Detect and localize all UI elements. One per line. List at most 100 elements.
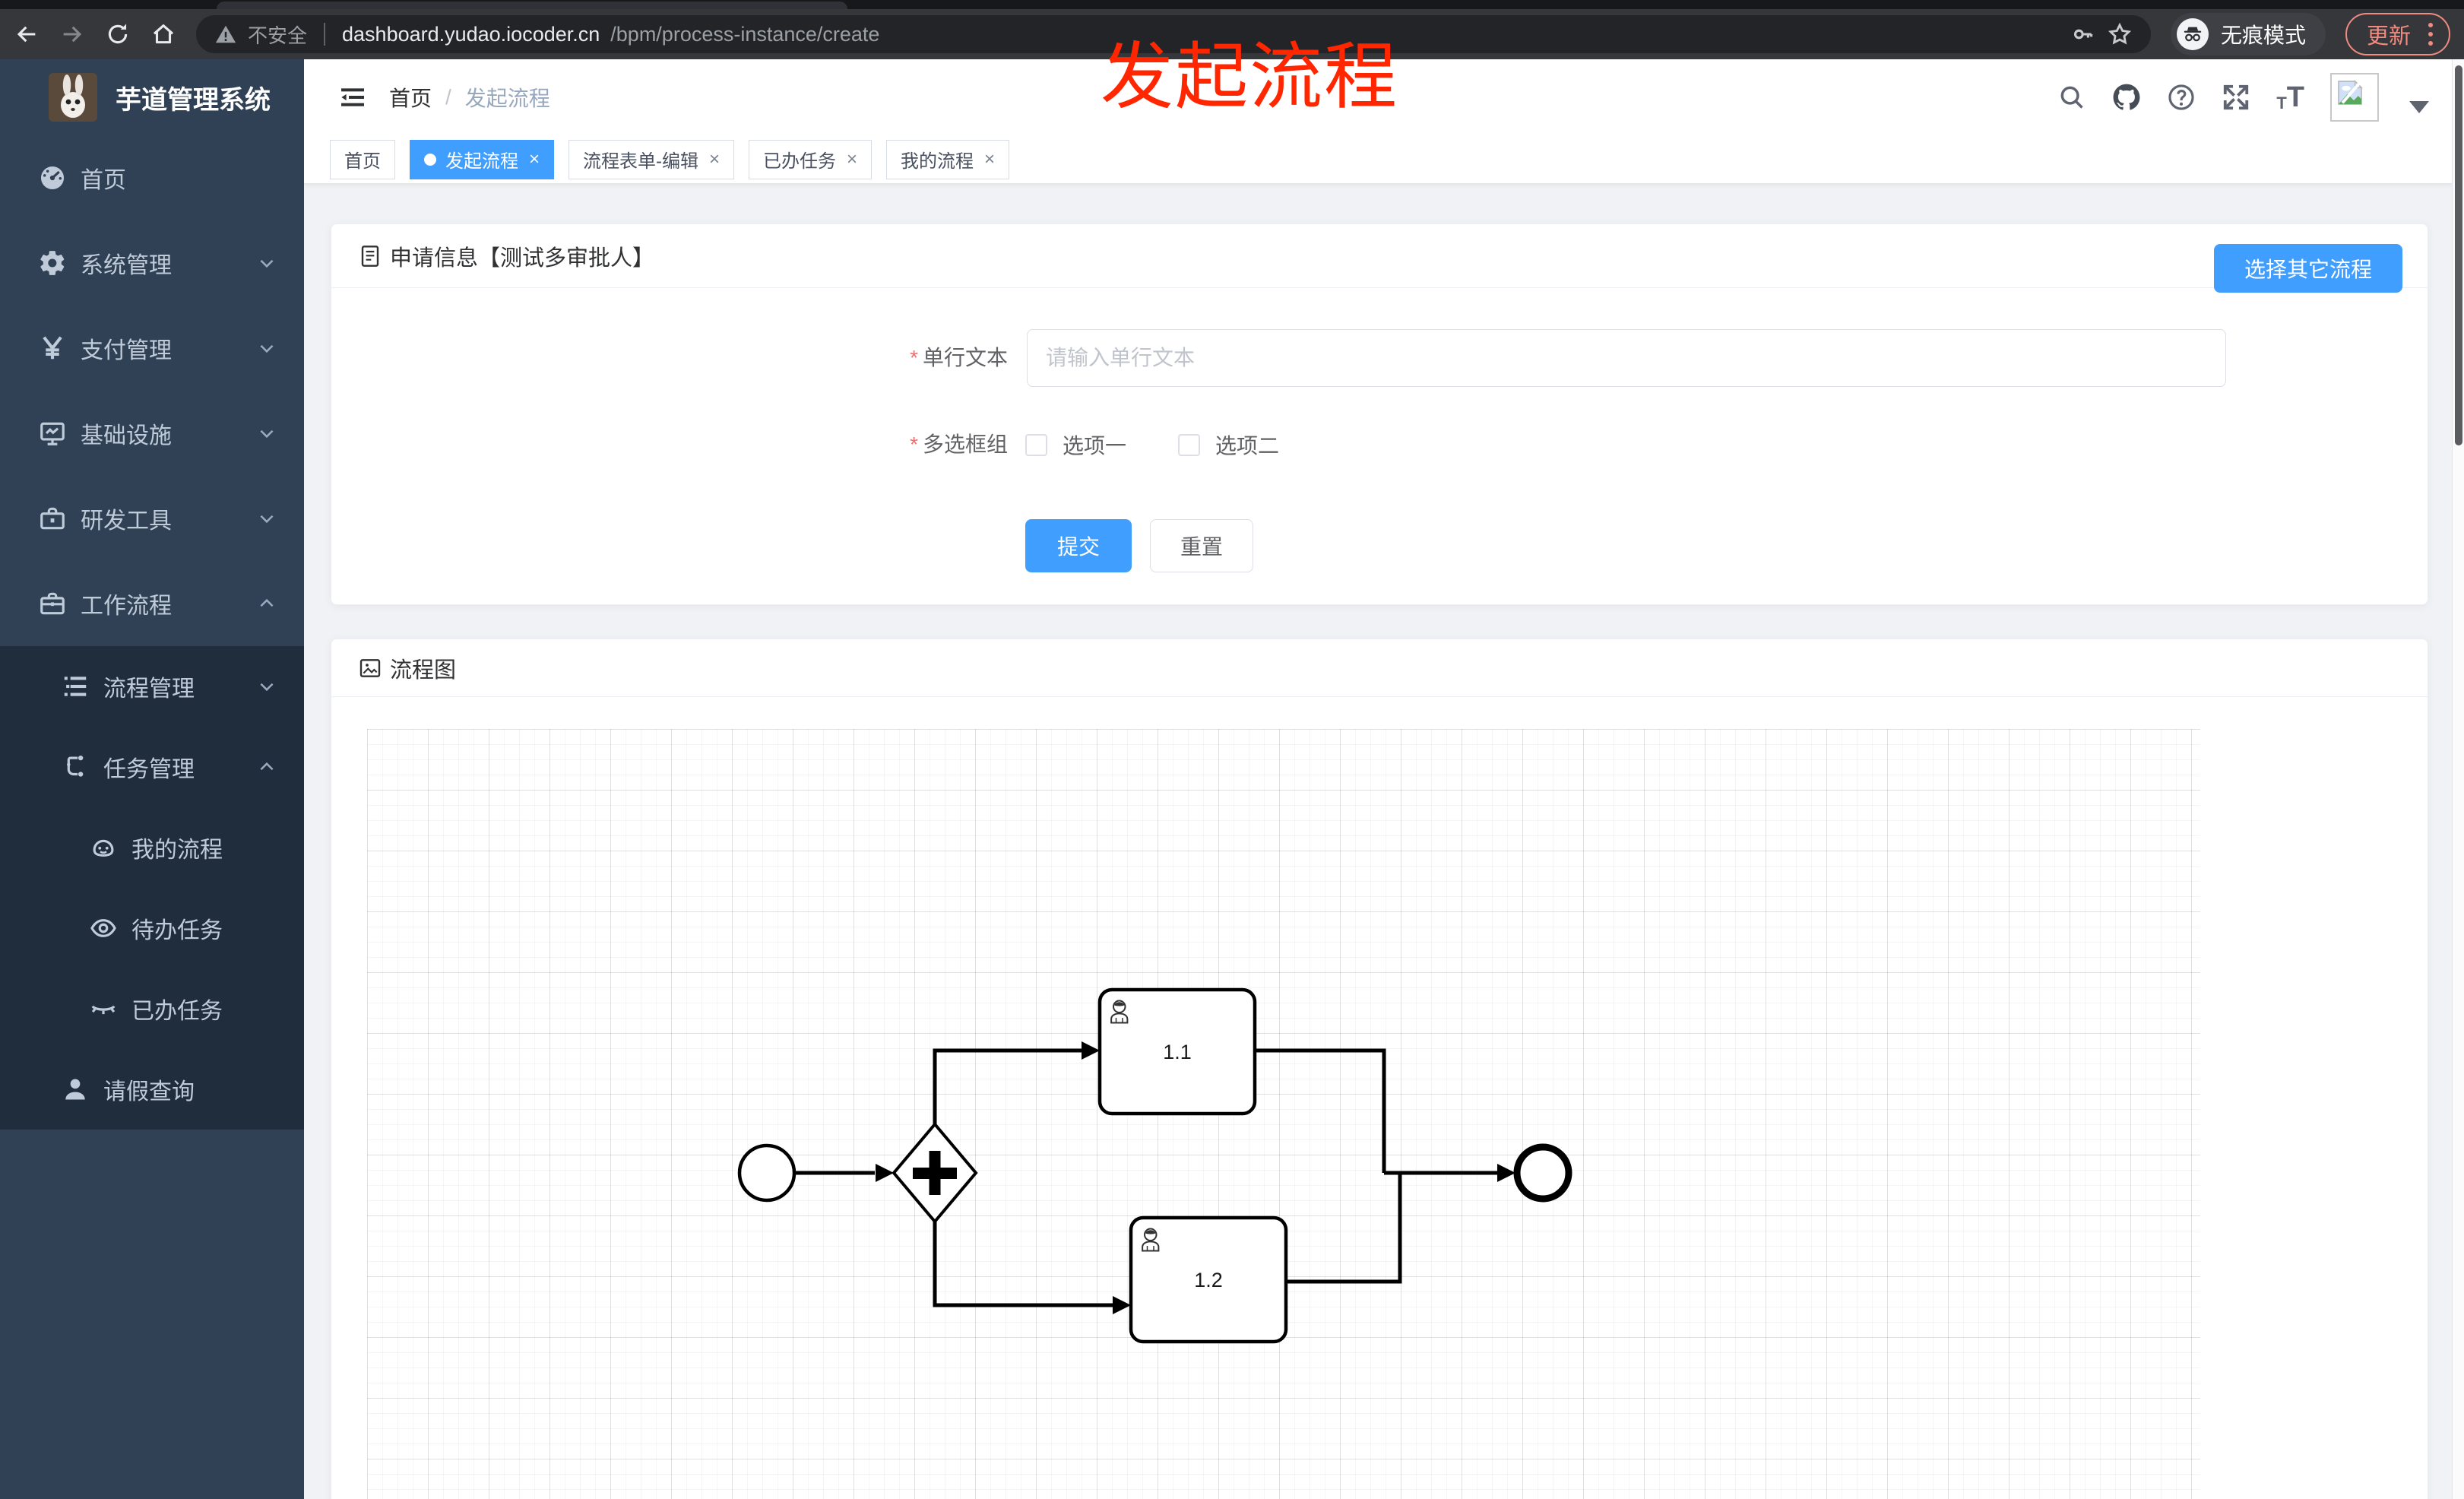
sidebar-item-label: 流程管理 [103,677,195,702]
required-star: * [910,433,918,456]
browser-menu-icon[interactable] [2426,19,2435,49]
user-task-1-1[interactable]: 1.1 [1097,987,1257,1116]
sidebar-item-label: 首页 [81,168,126,193]
close-icon[interactable]: × [984,149,995,170]
tab-done-tasks[interactable]: 已办任务 × [749,139,873,179]
page-scrollbar[interactable] [2452,59,2464,1499]
reload-icon[interactable] [105,21,131,47]
fullscreen-icon[interactable] [2222,83,2250,112]
active-dot-icon [424,153,436,166]
required-star: * [910,346,918,369]
bpmn-canvas[interactable]: 1.1 1.2 [367,729,2200,1499]
sidebar-item-label: 支付管理 [81,338,172,363]
task-label: 1.1 [1163,1041,1192,1063]
tab-form-edit[interactable]: 流程表单-编辑 × [568,139,735,179]
url-separator [324,23,326,46]
sidebar-item-label: 基础设施 [81,423,172,448]
github-icon[interactable] [2112,83,2141,112]
sidebar-item-payment[interactable]: 支付管理 [0,306,304,391]
reset-button[interactable]: 重置 [1150,519,1253,572]
tab-label: 我的流程 [901,151,974,172]
user-task-1-2[interactable]: 1.2 [1129,1215,1288,1344]
checkbox-option-1[interactable] [1025,433,1047,456]
tree-icon [67,755,84,777]
user-menu-caret-icon[interactable] [2409,101,2429,113]
list-icon [64,677,87,696]
close-icon[interactable]: × [847,149,857,170]
browser-active-tab[interactable] [217,2,847,9]
flow-diagram-header: 流程图 [331,639,2428,697]
search-icon[interactable] [2057,83,2086,112]
red-annotation-title: 发起流程 [1101,36,1398,118]
toolbox-icon [40,507,65,530]
user-avatar[interactable] [2330,73,2379,122]
sidebar-item-todo-tasks[interactable]: 待办任务 [0,888,304,968]
sidebar-item-infra[interactable]: 基础设施 [0,391,304,476]
breadcrumb-home[interactable]: 首页 [389,82,432,113]
sidebar-item-system[interactable]: 系统管理 [0,220,304,306]
app-logo [49,73,97,122]
tab-start-process[interactable]: 发起流程 × [410,139,555,179]
home-icon[interactable] [150,21,176,47]
sidebar-item-devtools[interactable]: 研发工具 [0,476,304,561]
close-icon[interactable]: × [709,149,720,170]
sidebar-item-my-process[interactable]: 我的流程 [0,807,304,888]
sidebar-item-label: 待办任务 [131,918,223,943]
dashboard-icon [40,166,65,190]
chevron-down-icon [260,344,274,353]
sidebar-item-process-mgmt[interactable]: 流程管理 [0,646,304,727]
app-logo-row[interactable]: 芋道管理系统 [0,59,304,135]
tab-label: 发起流程 [445,151,518,172]
checkbox-group: 选项一 选项二 [1025,423,1316,466]
document-icon [361,245,379,267]
font-size-icon[interactable]: TT [2276,83,2304,112]
browser-update-button[interactable]: 更新 [2345,13,2450,55]
sidebar-item-task-mgmt[interactable]: 任务管理 [0,727,304,807]
back-icon[interactable] [14,21,40,47]
task-label: 1.2 [1194,1269,1223,1291]
submit-button[interactable]: 提交 [1025,519,1132,572]
sidebar-item-leave-query[interactable]: 请假查询 [0,1049,304,1130]
sidebar-collapse-icon[interactable] [337,82,368,113]
end-event[interactable] [1513,1143,1572,1203]
close-icon[interactable]: × [529,149,540,170]
sidebar-item-label: 系统管理 [81,253,172,278]
parallel-gateway[interactable] [892,1121,978,1225]
sidebar-item-workflow[interactable]: 工作流程 [0,561,304,646]
sidebar-item-done-tasks[interactable]: 已办任务 [0,968,304,1049]
apply-info-title: 申请信息【测试多审批人】 [390,246,655,271]
sidebar-item-home[interactable]: 首页 [0,135,304,220]
tab-home[interactable]: 首页 [330,139,395,179]
start-event[interactable] [737,1143,797,1203]
tab-label: 首页 [344,151,381,172]
single-line-text-input[interactable] [1027,329,2226,387]
choose-other-process-button[interactable]: 选择其它流程 [2214,244,2402,293]
tab-my-process[interactable]: 我的流程 × [886,139,1010,179]
eye-closed-icon [91,1005,116,1015]
chevron-down-icon [260,429,274,439]
incognito-badge: 无痕模式 [2170,13,2326,55]
checkbox-option-1-label[interactable]: 选项一 [1063,429,1126,460]
workflow-submenu: 流程管理 任务管理 我的流程 待办任务 已办任务 请假查询 [0,646,304,1130]
checkbox-option-2[interactable] [1178,433,1201,456]
url-path: /bpm/process-instance/create [610,22,880,46]
tags-view: 首页 发起流程 × 流程表单-编辑 × 已办任务 × 我的流程 × [304,135,2452,184]
sidebar: 芋道管理系统 首页 系统管理 支付管理 基础设施 研发工具 工作流程 流程管理 … [0,59,304,1499]
chevron-down-icon [260,515,274,524]
checkbox-option-2-label[interactable]: 选项二 [1215,429,1279,460]
sidebar-item-label: 研发工具 [81,509,172,534]
gear-icon [40,251,65,275]
chevron-down-icon [260,259,274,268]
monitor-icon [40,422,65,445]
flow-diagram-title: 流程图 [390,658,457,683]
scrollbar-thumb[interactable] [2455,65,2462,445]
breadcrumb: 首页 / 发起流程 [389,59,550,135]
password-key-icon[interactable] [2070,21,2096,47]
tab-label: 已办任务 [763,151,837,172]
help-icon[interactable] [2167,83,2196,112]
bookmark-star-icon[interactable] [2107,21,2133,47]
forward-icon[interactable] [59,21,85,47]
not-secure-warning-icon[interactable] [214,23,237,46]
sidebar-item-label: 请假查询 [103,1079,195,1104]
not-secure-label: 不安全 [248,24,308,47]
